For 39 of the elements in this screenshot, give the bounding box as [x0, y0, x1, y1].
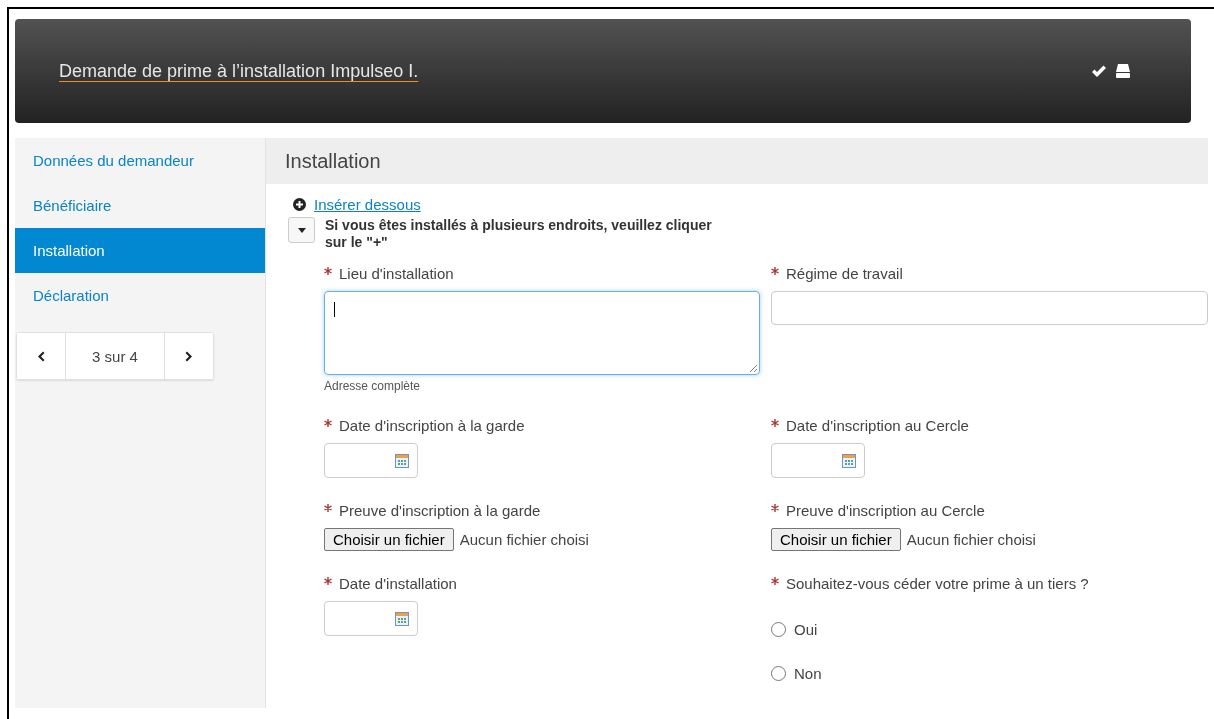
instruction-text: Si vous êtes installés à plusieurs endroits, veuillez cliquer sur le "+": [325, 217, 713, 251]
file-status: Aucun fichier choisi: [459, 531, 589, 548]
sidebar-item[interactable]: Déclaration: [15, 273, 265, 318]
calendar-icon[interactable]: [842, 453, 856, 468]
drive-icon[interactable]: [1115, 64, 1131, 78]
chevron-right-icon: [185, 350, 193, 362]
field-label: Souhaitez-vous céder votre prime à un tiers ?: [786, 575, 1089, 592]
field-label: Lieu d'installation: [339, 265, 454, 282]
page-title[interactable]: Demande de prime à l’installation Impulseo I.: [59, 60, 419, 82]
field-label: Preuve d'inscription à la garde: [339, 502, 541, 519]
resize-grip-icon[interactable]: [748, 363, 758, 373]
date-field[interactable]: [324, 443, 418, 478]
choose-file-button[interactable]: Choisir un fichier: [324, 528, 454, 551]
sidebar-item[interactable]: Bénéficiaire: [15, 183, 265, 228]
dropdown-toggle[interactable]: [288, 217, 315, 243]
address-textarea[interactable]: [324, 291, 760, 375]
date-field[interactable]: [324, 601, 418, 636]
calendar-icon[interactable]: [395, 453, 409, 468]
insert-below-link[interactable]: Insérer dessous: [314, 196, 421, 213]
text-field[interactable]: [771, 291, 1208, 325]
sidebar-item[interactable]: Données du demandeur: [15, 138, 265, 183]
caret-icon: [297, 227, 306, 233]
plus-circle-icon: [293, 198, 306, 211]
radio-label[interactable]: Non: [794, 665, 822, 682]
field-hint: Adresse complète: [324, 379, 421, 393]
calendar-icon[interactable]: [395, 611, 409, 626]
check-icon[interactable]: [1091, 64, 1107, 78]
date-field[interactable]: [771, 443, 865, 478]
field-label: Preuve d'inscription au Cercle: [786, 502, 985, 519]
field-label: Régime de travail: [786, 265, 903, 282]
field-label: Date d'installation: [339, 575, 457, 592]
sidebar-item[interactable]: Installation: [15, 228, 265, 273]
field-label: Date d'inscription au Cercle: [786, 417, 969, 434]
chevron-left-icon: [37, 350, 45, 362]
radio-label[interactable]: Oui: [794, 621, 818, 638]
choose-file-button[interactable]: Choisir un fichier: [771, 528, 901, 551]
file-status: Aucun fichier choisi: [906, 531, 1036, 548]
field-label: Date d'inscription à la garde: [339, 417, 525, 434]
section-title: Installation: [285, 149, 381, 173]
